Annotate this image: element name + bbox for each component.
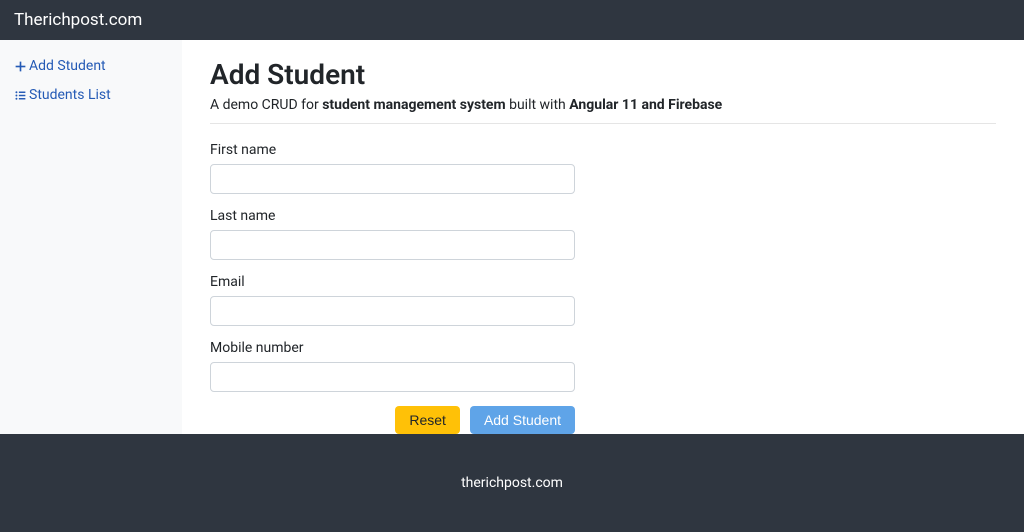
mobile-input[interactable]	[210, 362, 575, 392]
divider	[210, 123, 996, 124]
footer: therichpost.com	[0, 434, 1024, 532]
main-content: Add Student A demo CRUD for student mana…	[182, 40, 1024, 434]
page-title: Add Student	[210, 58, 996, 91]
tagline-pre: A demo CRUD for	[210, 97, 322, 113]
last-name-input[interactable]	[210, 230, 575, 260]
brand-title[interactable]: Therichpost.com	[14, 10, 142, 30]
sidebar-item-add-student[interactable]: Add Student	[0, 52, 182, 81]
plus-icon	[14, 60, 27, 73]
sidebar: Add Student Students List	[0, 40, 182, 434]
reset-button[interactable]: Reset	[395, 406, 460, 434]
sidebar-item-label: Add Student	[29, 58, 106, 75]
tagline: A demo CRUD for student management syste…	[210, 97, 996, 113]
first-name-label: First name	[210, 142, 996, 158]
student-form: First name Last name Email Mobile number…	[210, 142, 996, 434]
tagline-strong1: student management system	[322, 97, 505, 113]
footer-text: therichpost.com	[461, 475, 563, 491]
navbar: Therichpost.com	[0, 0, 1024, 40]
email-label: Email	[210, 274, 996, 290]
sidebar-item-students-list[interactable]: Students List	[0, 81, 182, 110]
add-student-button[interactable]: Add Student	[470, 406, 575, 434]
first-name-input[interactable]	[210, 164, 575, 194]
email-input[interactable]	[210, 296, 575, 326]
sidebar-item-label: Students List	[29, 87, 111, 104]
tagline-mid: built with	[506, 97, 570, 113]
last-name-label: Last name	[210, 208, 996, 224]
tagline-strong2: Angular 11 and Firebase	[569, 97, 722, 113]
mobile-label: Mobile number	[210, 340, 996, 356]
list-icon	[14, 89, 27, 102]
